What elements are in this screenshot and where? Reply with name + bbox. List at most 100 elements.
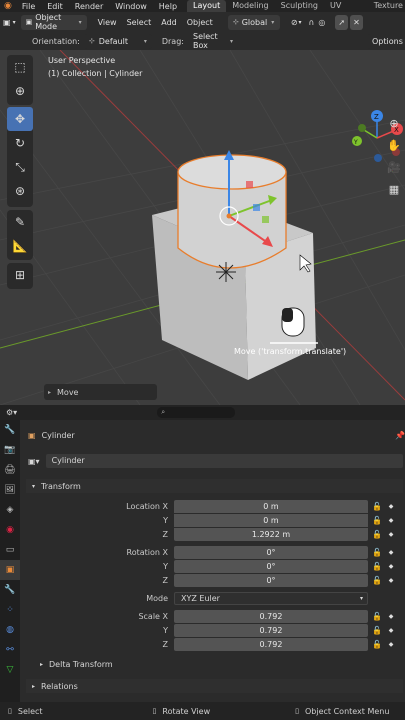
relations-panel-header[interactable]: ▸ Relations <box>26 679 403 693</box>
tool-tab-icon[interactable]: 🔧 <box>0 420 20 440</box>
move-tool-icon[interactable]: ✥ <box>7 107 33 131</box>
viewport-overlay-button[interactable]: ✕ <box>350 14 363 30</box>
scene-tab-icon[interactable]: ◈ <box>0 500 20 520</box>
blender-logo-icon[interactable]: ◉ <box>0 1 16 11</box>
tab-texture-paint[interactable]: Texture Pa <box>368 0 405 22</box>
output-tab-icon[interactable]: 🖨 <box>0 460 20 480</box>
rotation-mode-dropdown[interactable]: XYZ Euler ▾ <box>174 591 368 605</box>
menu-edit[interactable]: Edit <box>41 2 69 11</box>
orientation-dropdown[interactable]: ⊹ Default ▾ <box>83 33 152 49</box>
cylinder-mesh[interactable] <box>177 154 287 269</box>
transform-panel-header[interactable]: ▾ Transform <box>26 479 403 493</box>
cursor-tool-icon[interactable]: ⊕ <box>7 79 33 103</box>
add-cube-tool-icon[interactable]: ⊞ <box>7 263 33 287</box>
zoom-icon[interactable]: ⊕ <box>385 114 403 132</box>
rotate-tool-icon[interactable]: ↻ <box>7 131 33 155</box>
lock-icon[interactable]: 🔓 <box>368 562 386 571</box>
object-data-icon[interactable]: ▣▾ <box>28 457 40 466</box>
menu-window[interactable]: Window <box>109 2 153 11</box>
scale-x-field[interactable]: 0.792 <box>174 609 368 623</box>
tab-layout[interactable]: Layout <box>187 0 227 12</box>
constraints-tab-icon[interactable]: ⚯ <box>0 640 20 660</box>
keyframe-dot-icon[interactable]: ◆ <box>386 549 396 556</box>
keyframe-dot-icon[interactable]: ◆ <box>386 563 396 570</box>
view-menu[interactable]: View <box>93 15 122 30</box>
select-menu[interactable]: Select <box>122 15 157 30</box>
object-menu[interactable]: Object <box>182 15 218 30</box>
keyframe-dot-icon[interactable]: ◆ <box>386 517 396 524</box>
grid-icon[interactable]: ▦ <box>385 180 403 198</box>
particles-tab-icon[interactable]: ⁘ <box>0 600 20 620</box>
drag-dropdown[interactable]: Select Box ▾ <box>187 32 238 50</box>
location-z-field[interactable]: 1.2922 m <box>174 527 368 541</box>
keyframe-dot-icon[interactable]: ◆ <box>386 577 396 584</box>
relations-label: Relations <box>41 681 78 691</box>
transform-tool-icon[interactable]: ⊛ <box>7 179 33 203</box>
hand-icon[interactable]: ✋ <box>385 136 403 154</box>
view-layer-tab-icon[interactable]: 🖼 <box>0 480 20 500</box>
location-y-field[interactable]: 0 m <box>174 513 368 527</box>
object-tab-icon[interactable]: ▣ <box>0 560 20 580</box>
world-tab-icon[interactable]: ◉ <box>0 520 20 540</box>
scale-tool-icon[interactable]: ⤡ <box>7 155 33 179</box>
object-name-field[interactable]: Cylinder <box>45 454 403 468</box>
lock-icon[interactable]: 🔓 <box>368 640 386 649</box>
tab-uv-editing[interactable]: UV Editing <box>324 0 368 22</box>
select-tool-icon[interactable]: ⬚ <box>7 55 33 79</box>
camera-icon[interactable]: 🎥 <box>385 158 403 176</box>
data-tab-icon[interactable]: ▽ <box>0 660 20 680</box>
scale-z-field[interactable]: 0.792 <box>174 637 368 651</box>
menu-help[interactable]: Help <box>153 2 183 11</box>
tab-modeling[interactable]: Modeling <box>226 0 274 12</box>
last-operator-panel[interactable]: ▸ Move <box>44 384 157 400</box>
lock-icon[interactable]: 🔓 <box>368 612 386 621</box>
rotation-y-field[interactable]: 0° <box>174 559 368 573</box>
tab-sculpting[interactable]: Sculpting <box>275 0 324 12</box>
location-y-label: Y <box>163 515 168 525</box>
rotation-z-field[interactable]: 0° <box>174 573 368 587</box>
3d-viewport[interactable]: Z X Y User Perspective (1) Collection | … <box>0 50 405 405</box>
measure-tool-icon[interactable]: 📐 <box>7 234 33 258</box>
rotation-y-row: Y 0° 🔓 ◆ <box>26 559 401 573</box>
snap-button[interactable]: ∩ <box>307 15 317 30</box>
lock-icon[interactable]: 🔓 <box>368 516 386 525</box>
mode-dropdown[interactable]: ▣ Object Mode ▾ <box>20 13 87 31</box>
status-bar: ▯ Select ▯ Rotate View ▯ Object Context … <box>0 702 405 720</box>
lock-icon[interactable]: 🔓 <box>368 548 386 557</box>
lock-icon[interactable]: 🔓 <box>368 502 386 511</box>
menu-file[interactable]: File <box>16 2 41 11</box>
lock-icon[interactable]: 🔓 <box>368 576 386 585</box>
keyframe-dot-icon[interactable]: ◆ <box>386 503 396 510</box>
chevron-right-icon: ▸ <box>40 661 44 668</box>
editor-type-icon[interactable]: ⚙▾ <box>6 408 17 417</box>
render-tab-icon[interactable]: 📷 <box>0 440 20 460</box>
keyframe-dot-icon[interactable]: ◆ <box>386 627 396 634</box>
scale-y-field[interactable]: 0.792 <box>174 623 368 637</box>
gizmo-toggle[interactable]: ➚ <box>335 14 349 30</box>
proportional-edit-button[interactable]: ◎ <box>316 15 327 30</box>
view-name: User Perspective <box>48 56 116 65</box>
delta-transform-subpanel[interactable]: ▸ Delta Transform <box>40 660 113 669</box>
rotation-x-row: Rotation X 0° 🔓 ◆ <box>26 545 401 559</box>
keyframe-dot-icon[interactable]: ◆ <box>386 531 396 538</box>
add-menu[interactable]: Add <box>156 15 182 30</box>
collection-tab-icon[interactable]: ▭ <box>0 540 20 560</box>
editor-type-button[interactable]: ▣ ▾ <box>0 15 19 30</box>
transform-orientation-dropdown[interactable]: ⊹ Global ▾ <box>227 14 280 30</box>
menu-render[interactable]: Render <box>69 2 109 11</box>
pin-icon[interactable]: 📌 <box>395 431 405 440</box>
keyframe-dot-icon[interactable]: ◆ <box>386 613 396 620</box>
annotate-tool-icon[interactable]: ✎ <box>7 210 33 234</box>
search-input[interactable]: ⌕ <box>157 407 236 418</box>
pivot-point-button[interactable]: ⊘ ▾ <box>286 15 307 30</box>
last-operator-label: Move <box>57 387 79 397</box>
rotation-x-field[interactable]: 0° <box>174 545 368 559</box>
lock-icon[interactable]: 🔓 <box>368 530 386 539</box>
location-x-field[interactable]: 0 m <box>174 499 368 513</box>
modifier-tab-icon[interactable]: 🔧 <box>0 580 20 600</box>
keyframe-dot-icon[interactable]: ◆ <box>386 641 396 648</box>
physics-tab-icon[interactable]: ◍ <box>0 620 20 640</box>
options-dropdown[interactable]: Options ▾ <box>367 33 403 49</box>
rotation-mode-row: Mode XYZ Euler ▾ <box>26 591 401 605</box>
lock-icon[interactable]: 🔓 <box>368 626 386 635</box>
